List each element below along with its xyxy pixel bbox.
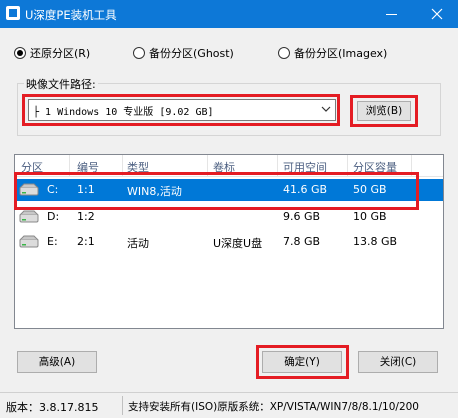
window-title: U深度PE装机工具 xyxy=(25,8,117,22)
column-divider xyxy=(122,155,123,177)
radio-button[interactable] xyxy=(133,47,145,59)
radio-restore-partition[interactable]: 还原分区(R) xyxy=(14,45,90,61)
column-header-capacity[interactable]: 分区容量 xyxy=(353,159,397,175)
radio-backup-imagex-label: 备份分区(Imagex) xyxy=(294,47,388,60)
column-divider xyxy=(347,155,348,177)
status-bar: 版本：3.8.17.815 支持安装所有(ISO)原版系统：XP/VISTA/W… xyxy=(0,392,458,418)
column-divider xyxy=(69,155,70,177)
column-header-free[interactable]: 可用空间 xyxy=(283,159,327,175)
version-text: 版本：3.8.17.815 xyxy=(6,401,99,414)
column-header-partition[interactable]: 分区 xyxy=(21,159,43,175)
minimize-button[interactable] xyxy=(380,4,404,24)
column-header-label[interactable]: 卷标 xyxy=(213,159,235,175)
cell-number: 1:1 xyxy=(77,183,95,196)
cell-drive: C: xyxy=(47,183,59,196)
cell-type: 活动 xyxy=(127,237,149,250)
column-header-type[interactable]: 类型 xyxy=(127,159,149,175)
image-path-dropdown[interactable]: ├ 1 Windows 10 专业版 [9.02 GB] xyxy=(28,99,336,121)
cell-number: 1:2 xyxy=(77,210,95,223)
status-divider xyxy=(122,396,123,415)
partition-table[interactable]: 分区 编号 类型 卷标 可用空间 分区容量 C: 1:1 WIN8,活动 41.… xyxy=(14,154,444,329)
close-window-button[interactable] xyxy=(425,4,449,24)
radio-backup-ghost-label: 备份分区(Ghost) xyxy=(149,47,234,60)
column-header-number[interactable]: 编号 xyxy=(77,159,99,175)
support-text: 支持安装所有(ISO)原版系统：XP/VISTA/WIN7/8/8.1/10/2… xyxy=(128,401,419,413)
column-divider xyxy=(207,155,208,177)
cell-type: WIN8,活动 xyxy=(127,185,182,198)
close-icon xyxy=(431,8,443,20)
image-path-value: ├ 1 Windows 10 专业版 [9.02 GB] xyxy=(33,107,214,118)
table-header: 分区 编号 类型 卷标 可用空间 分区容量 xyxy=(15,155,443,177)
column-divider xyxy=(411,155,412,177)
cell-free: 9.6 GB xyxy=(283,210,321,223)
radio-button-checked[interactable] xyxy=(14,47,26,59)
table-row[interactable]: E: 2:1 活动 U深度U盘 7.8 GB 13.8 GB xyxy=(15,231,443,253)
drive-icon xyxy=(19,183,39,196)
drive-icon xyxy=(19,235,39,248)
cell-free: 41.6 GB xyxy=(283,183,328,196)
image-path-label: 映像文件路径: xyxy=(24,76,98,92)
drive-icon xyxy=(19,210,39,223)
cell-number: 2:1 xyxy=(77,235,95,248)
close-button[interactable]: 关闭(C) xyxy=(358,351,438,373)
cell-drive: D: xyxy=(47,210,60,223)
chevron-down-icon xyxy=(321,106,331,112)
table-row[interactable]: C: 1:1 WIN8,活动 41.6 GB 50 GB xyxy=(15,179,443,201)
column-divider xyxy=(277,155,278,177)
ok-button[interactable]: 确定(Y) xyxy=(262,351,342,373)
app-icon xyxy=(6,6,20,20)
cell-free: 7.8 GB xyxy=(283,235,321,248)
cell-capacity: 50 GB xyxy=(353,183,387,196)
radio-backup-ghost[interactable]: 备份分区(Ghost) xyxy=(133,45,234,61)
cell-capacity: 10 GB xyxy=(353,210,387,223)
radio-restore-label: 还原分区(R) xyxy=(30,47,91,60)
advanced-button[interactable]: 高级(A) xyxy=(17,351,97,373)
radio-backup-imagex[interactable]: 备份分区(Imagex) xyxy=(278,45,387,61)
radio-button[interactable] xyxy=(278,47,290,59)
cell-drive: E: xyxy=(47,235,58,248)
title-bar: U深度PE装机工具 xyxy=(0,0,458,28)
browse-button[interactable]: 浏览(B) xyxy=(357,101,411,121)
table-row[interactable]: D: 1:2 9.6 GB 10 GB xyxy=(15,206,443,228)
cell-label: U深度U盘 xyxy=(213,237,263,250)
cell-capacity: 13.8 GB xyxy=(353,235,398,248)
